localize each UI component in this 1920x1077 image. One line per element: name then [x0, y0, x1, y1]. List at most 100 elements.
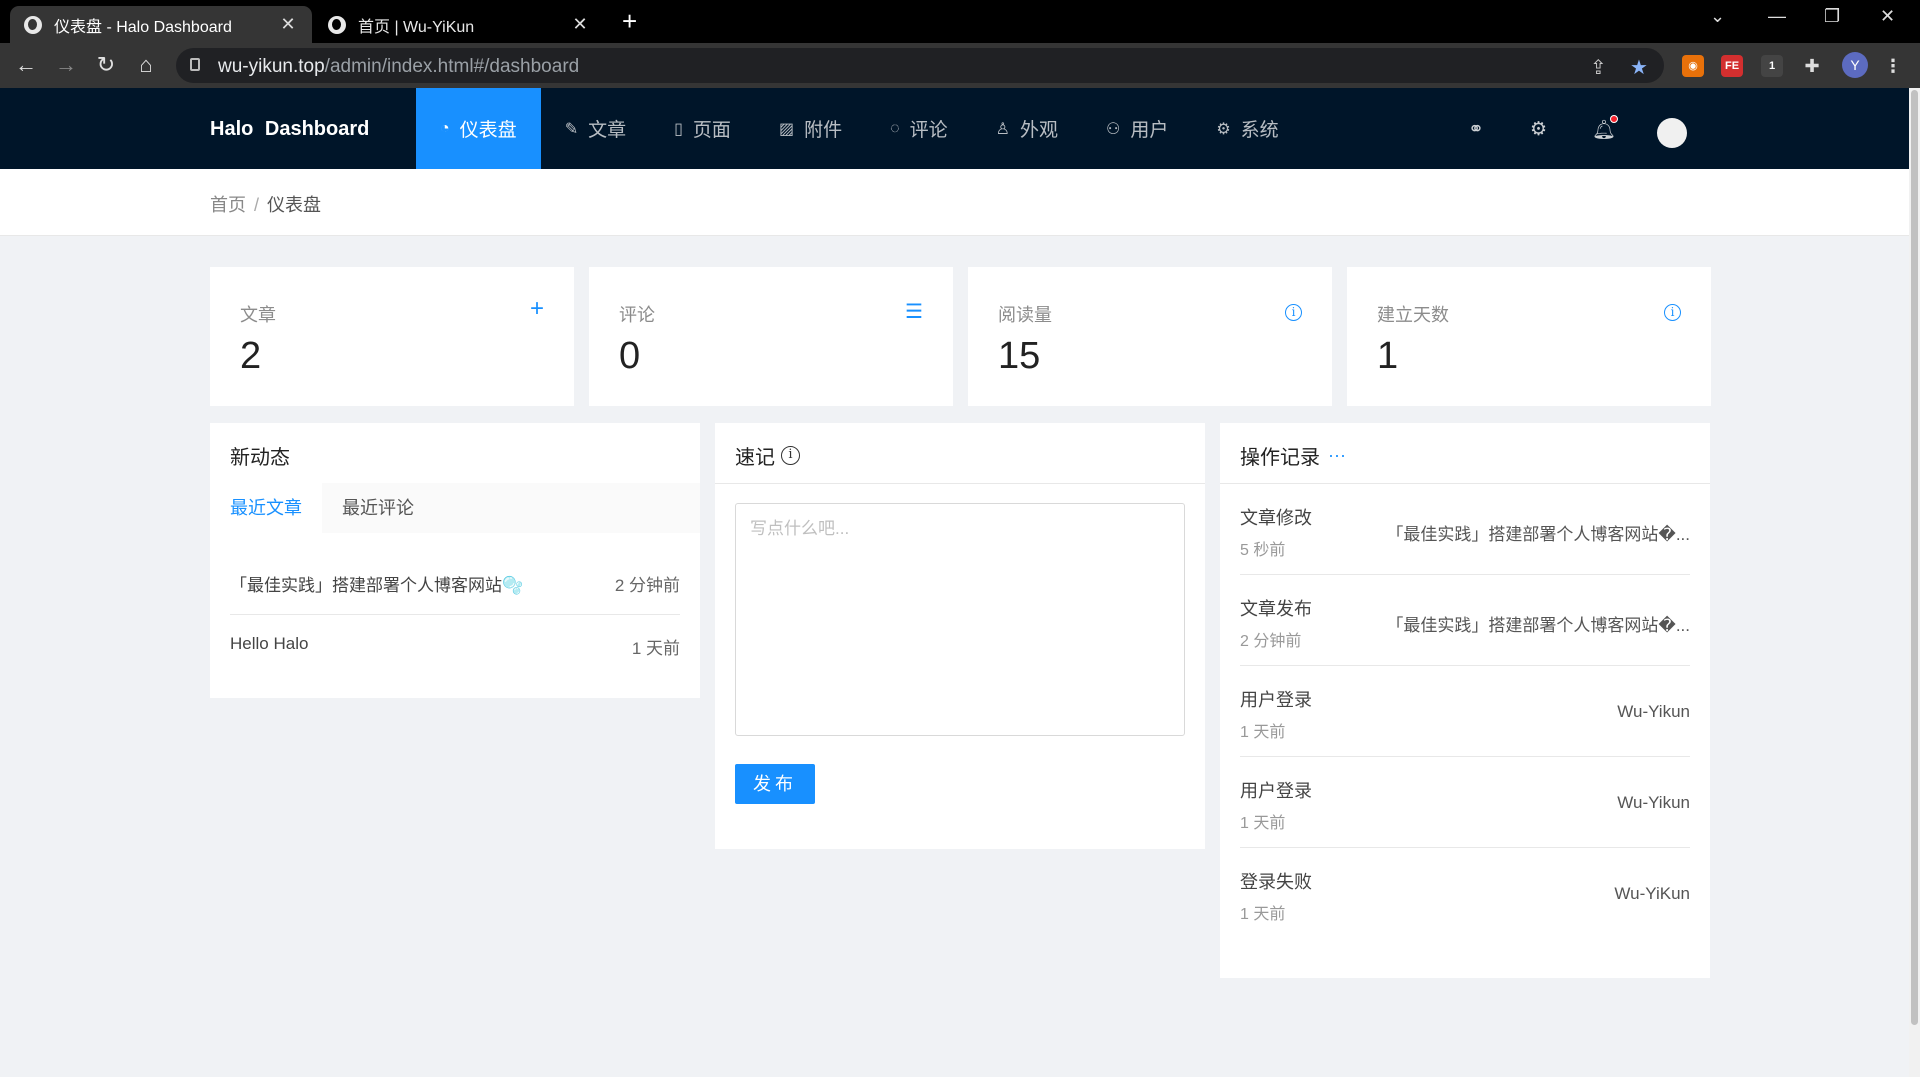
- panel-title: 新动态: [230, 447, 290, 469]
- breadcrumb: 首页 / 仪表盘: [210, 191, 321, 217]
- breadcrumb-current: 仪表盘: [267, 195, 322, 215]
- brand-logo[interactable]: Halo Dashboard: [210, 118, 369, 141]
- fe-extension-icon[interactable]: FE: [1721, 55, 1743, 77]
- tab-recent-comments[interactable]: 最近评论: [322, 483, 434, 533]
- window-close-icon[interactable]: ✕: [1880, 6, 1895, 27]
- publish-button[interactable]: 发布: [735, 764, 815, 804]
- log-target: Wu-YiKun: [1614, 884, 1690, 903]
- extension-badge-icon[interactable]: 1: [1761, 55, 1783, 77]
- close-icon[interactable]: ✕: [570, 14, 590, 35]
- info-icon[interactable]: i: [781, 446, 800, 465]
- new-tab-icon[interactable]: +: [622, 6, 637, 36]
- user-icon: ⚇: [1105, 120, 1121, 138]
- back-icon[interactable]: ←: [12, 52, 40, 78]
- forward-icon[interactable]: →: [52, 52, 80, 78]
- stat-card-posts: 文章 2 +: [210, 267, 574, 406]
- restore-icon[interactable]: ❐: [1824, 6, 1840, 27]
- more-menu-icon[interactable]: ⋮: [1882, 55, 1904, 77]
- menu-item-system[interactable]: ⚙ 系统: [1192, 88, 1302, 169]
- more-icon[interactable]: ···: [1328, 445, 1346, 466]
- reload-icon[interactable]: ↻: [92, 52, 120, 78]
- menu-item-posts[interactable]: ✎ 文章: [541, 88, 650, 169]
- memo-panel: 速记 i 写点什么吧... 发布: [715, 423, 1205, 849]
- plus-icon[interactable]: +: [530, 295, 544, 323]
- log-item: 用户登录 1 天前 Wu-Yikun: [1240, 666, 1690, 757]
- tab-title: 首页 | Wu-YiKun: [358, 18, 475, 36]
- globe-icon: [24, 15, 42, 34]
- list-item[interactable]: 「最佳实践」搭建部署个人博客网站🫧 2 分钟前: [230, 571, 680, 596]
- browser-toolbar: ← → ↻ ⌂ wu-yikun.top/admin/index.html#/d…: [0, 43, 1920, 88]
- log-action: 登录失败: [1240, 872, 1312, 892]
- list-icon[interactable]: ☰: [905, 299, 923, 324]
- breadcrumb-home[interactable]: 首页: [210, 195, 246, 215]
- profile-avatar[interactable]: Y: [1842, 52, 1868, 78]
- bookmark-star-icon[interactable]: ★: [1630, 55, 1648, 80]
- minimize-icon[interactable]: —: [1768, 6, 1786, 27]
- menu-label: 附件: [804, 120, 843, 141]
- log-action: 用户登录: [1240, 690, 1312, 710]
- menu-label: 外观: [1019, 120, 1058, 141]
- log-target: 「最佳实践」搭建部署个人博客网站�...: [1386, 525, 1690, 544]
- menu-label: 评论: [909, 120, 948, 141]
- list-item[interactable]: Hello Halo 1 天前: [230, 634, 680, 659]
- stat-value: 0: [619, 335, 641, 377]
- activity-tabs: 最近文章 最近评论: [210, 483, 700, 533]
- log-item: 登录失败 1 天前 Wu-YiKun: [1240, 848, 1690, 939]
- extension-icon[interactable]: ◉: [1682, 55, 1704, 77]
- stat-value: 2: [240, 335, 262, 377]
- tab-search-icon[interactable]: ⌄: [1710, 6, 1725, 27]
- panel-header: 操作记录 ···: [1240, 441, 1346, 470]
- stat-value: 1: [1377, 335, 1399, 377]
- puzzle-icon[interactable]: ✚: [1801, 55, 1823, 77]
- stat-label: 阅读量: [998, 305, 1052, 325]
- menu-item-users[interactable]: ⚇ 用户: [1082, 88, 1192, 169]
- panel-title: 操作记录: [1240, 447, 1320, 469]
- log-target: Wu-Yikun: [1617, 702, 1690, 721]
- settings-gear-icon[interactable]: ⚙: [1530, 118, 1547, 141]
- tab-recent-posts[interactable]: 最近文章: [210, 483, 322, 533]
- log-target: Wu-Yikun: [1617, 793, 1690, 812]
- stat-card-days: 建立天数 1 i: [1347, 267, 1711, 406]
- menu-item-dashboard[interactable]: ◔ 仪表盘: [416, 88, 541, 169]
- stat-label: 文章: [240, 305, 276, 325]
- menu-item-attachments[interactable]: ▨ 附件: [755, 88, 866, 169]
- setting-icon: ⚙: [1216, 120, 1231, 138]
- memo-textarea[interactable]: 写点什么吧...: [735, 503, 1185, 736]
- link-icon[interactable]: ⚭: [1468, 118, 1484, 141]
- address-bar[interactable]: wu-yikun.top/admin/index.html#/dashboard…: [176, 48, 1664, 83]
- info-icon[interactable]: i: [1285, 299, 1302, 322]
- browser-tab-dashboard[interactable]: 仪表盘 - Halo Dashboard ✕: [10, 6, 312, 43]
- post-title[interactable]: Hello Halo: [230, 634, 308, 659]
- log-time: 2 分钟前: [1240, 633, 1302, 650]
- share-icon[interactable]: ⇪: [1590, 55, 1607, 80]
- breadcrumb-bar: 首页 / 仪表盘: [0, 169, 1909, 236]
- lock-icon[interactable]: [190, 58, 200, 71]
- home-icon[interactable]: ⌂: [132, 52, 160, 78]
- menu-item-pages[interactable]: ▯ 页面: [650, 88, 755, 169]
- info-icon[interactable]: i: [1664, 299, 1681, 322]
- notification-badge: [1610, 115, 1618, 123]
- globe-icon: [328, 15, 346, 34]
- menu-label: 仪表盘: [459, 120, 517, 141]
- log-action: 文章发布: [1240, 599, 1312, 619]
- menu-item-comments[interactable]: ◌ 评论: [866, 88, 972, 169]
- log-target: 「最佳实践」搭建部署个人博客网站�...: [1386, 616, 1690, 635]
- activity-panel: 新动态 最近文章 最近评论 「最佳实践」搭建部署个人博客网站🫧 2 分钟前 He…: [210, 423, 700, 698]
- message-icon: ◌: [890, 119, 900, 137]
- app-header: Halo Dashboard ◔ 仪表盘 ✎ 文章 ▯ 页面 ▨ 附件 ◌ 评论…: [0, 88, 1909, 169]
- menu-item-appearance[interactable]: ♙ 外观: [972, 88, 1082, 169]
- form-icon: ✎: [564, 120, 579, 138]
- stat-label: 建立天数: [1377, 305, 1449, 325]
- close-icon[interactable]: ✕: [278, 14, 298, 35]
- dashboard-icon: ◔: [440, 119, 450, 137]
- log-item: 文章发布 2 分钟前 「最佳实践」搭建部署个人博客网站�...: [1240, 575, 1690, 666]
- scrollbar-thumb[interactable]: [1911, 90, 1918, 1025]
- post-title[interactable]: 「最佳实践」搭建部署个人博客网站🫧: [230, 571, 523, 596]
- picture-icon: ▨: [778, 120, 795, 138]
- read-icon: ▯: [674, 120, 683, 138]
- menu-label: 系统: [1240, 120, 1279, 141]
- logs-panel: 操作记录 ··· 文章修改 5 秒前 「最佳实践」搭建部署个人博客网站�... …: [1220, 423, 1710, 978]
- browser-tab-home[interactable]: 首页 | Wu-YiKun ✕: [314, 6, 604, 43]
- avatar[interactable]: [1657, 118, 1687, 148]
- post-time: 2 分钟前: [614, 576, 680, 595]
